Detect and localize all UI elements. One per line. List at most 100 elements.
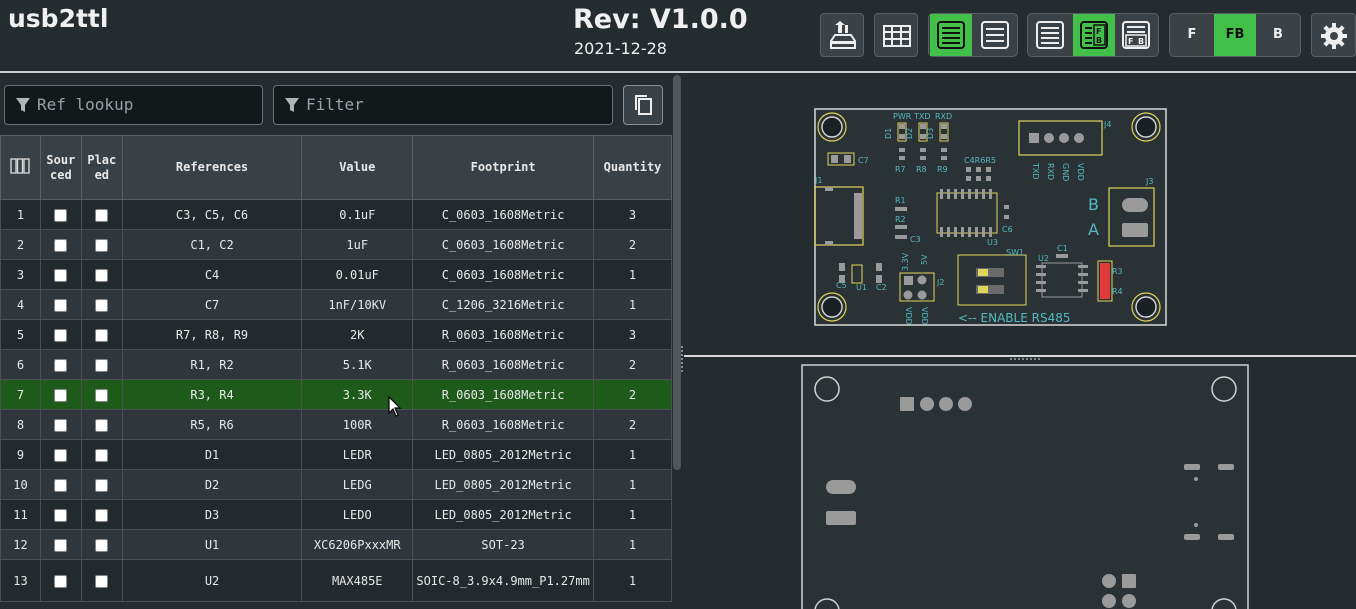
placed-column-header[interactable]: Plac ed — [80, 135, 123, 200]
placed-checkbox[interactable] — [95, 238, 109, 252]
placed-checkbox[interactable] — [95, 268, 109, 282]
horizontal-splitter[interactable] — [684, 355, 1356, 363]
sourced-checkbox[interactable] — [54, 208, 68, 222]
table-row[interactable]: 8 R5, R6 100R R_0603_1608Metric 2 — [0, 409, 672, 440]
settings-button[interactable] — [1311, 13, 1356, 57]
value-cell: 0.1uF — [301, 199, 414, 230]
placed-checkbox[interactable] — [95, 388, 109, 402]
table-row[interactable]: 6 R1, R2 5.1K R_0603_1608Metric 2 — [0, 349, 672, 380]
u3-pin — [989, 227, 992, 237]
front-mount-hole — [821, 296, 843, 318]
extract-button[interactable] — [820, 13, 864, 57]
placed-checkbox[interactable] — [95, 478, 109, 492]
sourced-checkbox[interactable] — [54, 538, 68, 552]
sourced-checkbox[interactable] — [54, 508, 68, 522]
pcb-front-view[interactable]: PWRD1R7TXDD2R8RXDD3R9J4TXD RXD GND VDDC7J1R… — [684, 75, 1356, 355]
sourced-checkbox[interactable] — [54, 388, 68, 402]
sourced-checkbox[interactable] — [54, 268, 68, 282]
footprint-cell: LED_0805_2012Metric — [412, 439, 595, 470]
c3-label: C3 — [910, 235, 921, 244]
sourced-checkbox[interactable] — [54, 328, 68, 342]
footprint-cell: C_0603_1608Metric — [412, 259, 595, 290]
value-cell: 0.01uF — [301, 259, 414, 290]
placed-checkbox[interactable] — [95, 508, 109, 522]
placed-checkbox — [80, 559, 123, 602]
table-row[interactable]: 10 D2 LEDG LED_0805_2012Metric 1 — [0, 469, 672, 500]
upload-tray-icon — [830, 21, 856, 49]
value-column-header[interactable]: Value — [301, 135, 414, 200]
j4-pin-label: RXD — [1046, 163, 1055, 180]
small-pad — [976, 167, 981, 172]
footprint-column-header[interactable]: Footprint — [412, 135, 595, 200]
table-row[interactable]: 13 U2 MAX485E SOIC-8_3.9x4.9mm_P1.27mm 1 — [0, 559, 672, 602]
quantity-column-header[interactable]: Quantity — [593, 135, 672, 200]
bom-list-button[interactable] — [1029, 14, 1071, 56]
bom-header-row: Sour ced Plac ed References Value Footprin… — [0, 135, 672, 200]
table-row[interactable]: 2 C1, C2 1uF C_0603_1608Metric 2 — [0, 229, 672, 260]
a-label: A — [1088, 220, 1099, 239]
placed-checkbox[interactable] — [95, 298, 109, 312]
j4-pin-label: GND — [1061, 163, 1070, 181]
table-row[interactable]: 7 R3, R4 3.3K R_0603_1608Metric 2 — [0, 379, 672, 410]
u3-pin — [961, 189, 964, 199]
layer-f-button[interactable]: F — [1171, 14, 1213, 56]
sourced-checkbox[interactable] — [54, 298, 68, 312]
placed-checkbox[interactable] — [95, 208, 109, 222]
c6-pad — [1004, 205, 1009, 209]
table-row[interactable]: 12 U1 XC6206PxxxMR SOT-23 1 — [0, 529, 672, 560]
j3-pad — [1122, 198, 1148, 212]
sourced-checkbox[interactable] — [54, 418, 68, 432]
sw1-label: SW1 — [1006, 248, 1024, 257]
d-label: D3 — [926, 128, 935, 139]
list-icon — [1036, 21, 1064, 49]
v5-label: 5V — [920, 254, 929, 265]
led-label: RXD — [935, 112, 952, 121]
pcb-back-view[interactable] — [684, 363, 1356, 609]
placed-checkbox — [80, 409, 123, 440]
layer-b-button[interactable]: B — [1257, 14, 1299, 56]
bom-top-fb-button[interactable]: F B — [1115, 14, 1157, 56]
placed-checkbox[interactable] — [95, 358, 109, 372]
sourced-checkbox[interactable] — [54, 358, 68, 372]
copy-button[interactable] — [623, 85, 663, 125]
table-row[interactable]: 5 R7, R8, R9 2K R_0603_1608Metric 3 — [0, 319, 672, 350]
ref-lookup-input[interactable]: Ref lookup — [4, 85, 263, 125]
back-pad — [1184, 534, 1200, 540]
table-row[interactable]: 3 C4 0.01uF C_0603_1608Metric 1 — [0, 259, 672, 290]
placed-checkbox[interactable] — [95, 418, 109, 432]
j3-label: J3 — [1145, 177, 1153, 186]
placed-checkbox[interactable] — [95, 538, 109, 552]
j4-pad — [1074, 133, 1084, 143]
mark-column-header[interactable] — [0, 135, 41, 200]
table-row[interactable]: 9 D1 LEDR LED_0805_2012Metric 1 — [0, 439, 672, 470]
references-column-header[interactable]: References — [121, 135, 303, 200]
placed-checkbox[interactable] — [95, 328, 109, 342]
table-row[interactable]: 11 D3 LEDO LED_0805_2012Metric 1 — [0, 499, 672, 530]
sourced-column-header[interactable]: Sour ced — [39, 135, 82, 200]
sourced-checkbox[interactable] — [54, 478, 68, 492]
sourced-checkbox[interactable] — [54, 238, 68, 252]
sourced-checkbox — [39, 289, 82, 320]
bom-left-button[interactable] — [974, 14, 1016, 56]
grid-button[interactable] — [874, 13, 918, 57]
placed-checkbox[interactable] — [95, 574, 109, 588]
placed-checkbox — [80, 499, 123, 530]
table-row[interactable]: 4 C7 1nF/10KV C_1206_3216Metric 1 — [0, 289, 672, 320]
r2-pad — [895, 225, 907, 229]
sourced-checkbox[interactable] — [54, 574, 68, 588]
layer-fb-button[interactable]: FB — [1214, 14, 1256, 56]
bom-scrollbar[interactable] — [673, 75, 681, 470]
bom-only-button[interactable] — [930, 14, 972, 56]
u2-pin — [1078, 281, 1088, 284]
filter-input[interactable]: Filter — [273, 85, 613, 125]
sourced-checkbox[interactable] — [54, 448, 68, 462]
references-cell: R5, R6 — [121, 409, 303, 440]
placed-checkbox[interactable] — [95, 448, 109, 462]
u3-pin — [968, 189, 971, 199]
u1-label: U1 — [856, 283, 867, 292]
references-cell: U1 — [121, 529, 303, 560]
u3-label: U3 — [987, 238, 998, 247]
j2-pad — [903, 290, 913, 300]
bom-split-fb-button[interactable]: F B — [1073, 14, 1115, 56]
table-row[interactable]: 1 C3, C5, C6 0.1uF C_0603_1608Metric 3 — [0, 199, 672, 230]
